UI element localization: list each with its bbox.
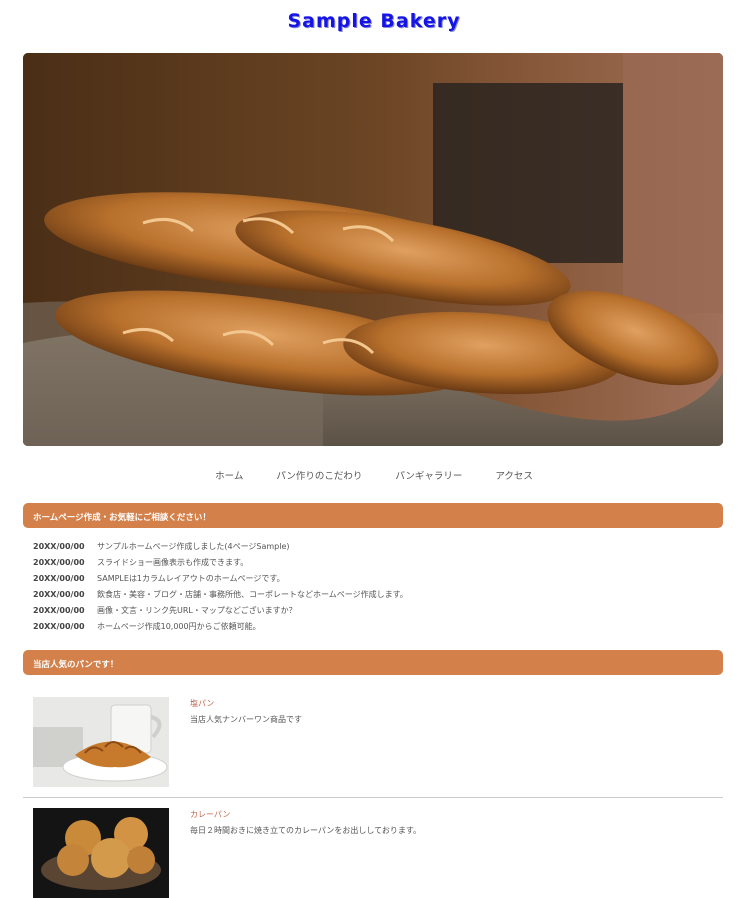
product-item: カレーパン 毎日２時間おきに焼き立てのカレーパンをお出ししております。 bbox=[23, 808, 723, 898]
news-list: 20XX/00/00 サンプルホームページ作成しました(4ページSample) … bbox=[33, 541, 713, 637]
news-text: サンプルホームページ作成しました(4ページSample) bbox=[97, 542, 290, 551]
news-item: 20XX/00/00 スライドショー画像表示も作成できます。 bbox=[33, 557, 713, 573]
news-item: 20XX/00/00 飲食店・美容・ブログ・店舗・事務所他、コーポレートなどホー… bbox=[33, 589, 713, 605]
product-description: 当店人気ナンバーワン商品です bbox=[190, 715, 302, 724]
news-item: 20XX/00/00 ホームページ作成10,000円からご依頼可能。 bbox=[33, 621, 713, 637]
news-date: 20XX/00/00 bbox=[33, 558, 85, 567]
global-nav: ホーム パン作りのこだわり パンギャラリー アクセス bbox=[0, 468, 748, 482]
croissant-photo bbox=[33, 697, 169, 787]
news-date: 20XX/00/00 bbox=[33, 574, 85, 583]
news-date: 20XX/00/00 bbox=[33, 590, 85, 599]
news-item: 20XX/00/00 サンプルホームページ作成しました(4ページSample) bbox=[33, 541, 713, 557]
news-section-heading: ホームページ作成・お気軽にご相談ください！ bbox=[23, 503, 723, 528]
news-text: スライドショー画像表示も作成できます。 bbox=[97, 558, 249, 567]
news-date: 20XX/00/00 bbox=[33, 606, 85, 615]
product-description: 毎日２時間おきに焼き立てのカレーパンをお出ししております。 bbox=[190, 826, 422, 835]
curry-bread-photo bbox=[33, 808, 169, 898]
news-item: 20XX/00/00 SAMPLEは1カラムレイアウトのホームページです。 bbox=[33, 573, 713, 589]
news-text: 飲食店・美容・ブログ・店舗・事務所他、コーポレートなどホームページ作成します。 bbox=[97, 590, 408, 599]
news-date: 20XX/00/00 bbox=[33, 622, 85, 631]
news-date: 20XX/00/00 bbox=[33, 542, 85, 551]
site-title[interactable]: Sample Bakery bbox=[0, 10, 748, 32]
nav-item-commitment[interactable]: パン作りのこだわり bbox=[276, 468, 362, 482]
hero-image-baguettes bbox=[23, 53, 723, 446]
nav-item-home[interactable]: ホーム bbox=[215, 468, 243, 482]
news-text: SAMPLEは1カラムレイアウトのホームページです。 bbox=[97, 574, 285, 583]
product-name[interactable]: カレーパン bbox=[190, 809, 230, 820]
news-text: ホームページ作成10,000円からご依頼可能。 bbox=[97, 622, 261, 631]
product-item: 塩パン 当店人気ナンバーワン商品です bbox=[23, 697, 723, 798]
nav-item-access[interactable]: アクセス bbox=[495, 468, 533, 482]
nav-item-gallery[interactable]: パンギャラリー bbox=[395, 468, 462, 482]
news-text: 画像・文言・リンク先URL・マップなどございますか？ bbox=[97, 606, 297, 615]
product-name[interactable]: 塩パン bbox=[190, 698, 214, 709]
popular-section-heading: 当店人気のパンです！ bbox=[23, 650, 723, 675]
news-item: 20XX/00/00 画像・文言・リンク先URL・マップなどございますか？ bbox=[33, 605, 713, 621]
